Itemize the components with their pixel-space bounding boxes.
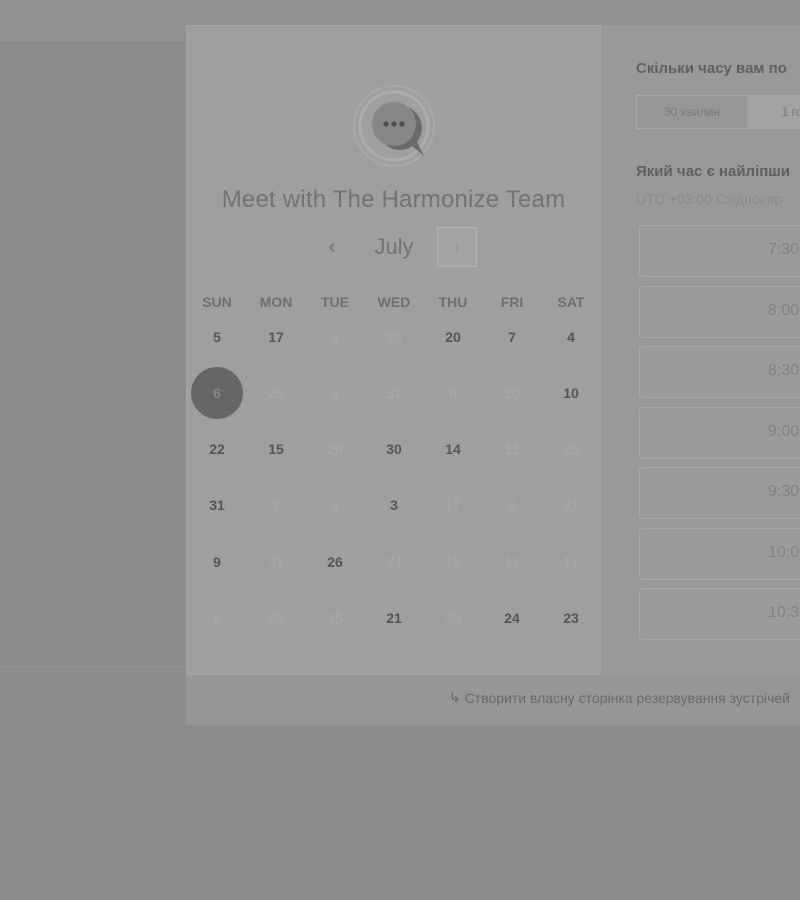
- calendar-day: 10: [386, 329, 402, 345]
- duration-option-30min[interactable]: 30 хвилин: [637, 96, 747, 128]
- duration-question: Скільки часу вам по: [636, 60, 787, 77]
- calendar-day[interactable]: 5: [191, 311, 243, 363]
- time-slot-button[interactable]: 9:30: [639, 467, 800, 519]
- booking-panel: Meet with The Harmonize Team ‹ July › SU…: [186, 25, 800, 725]
- weekday-wed: WED: [377, 294, 411, 310]
- previous-month-button[interactable]: ‹: [317, 232, 347, 262]
- calendar-day: 26: [268, 385, 284, 401]
- weekday-sat: SAT: [557, 294, 585, 310]
- time-slot-label: 8:30: [768, 362, 800, 379]
- calendar-day: 11: [504, 441, 520, 457]
- calendar-day: 17: [563, 554, 579, 570]
- time-slot-label: 7:30: [768, 241, 800, 258]
- calendar-day[interactable]: 4: [545, 311, 597, 363]
- organizer-logo: [352, 84, 436, 168]
- chevron-left-icon: ‹: [328, 235, 336, 258]
- calendar-day: 9: [331, 497, 339, 513]
- chevron-right-icon: ›: [454, 236, 460, 257]
- time-slot-button[interactable]: 9:00: [639, 406, 800, 459]
- calendar-day: 15: [327, 610, 343, 626]
- calendar-day: 20: [504, 385, 520, 401]
- time-slot-button[interactable]: 8:00: [639, 285, 800, 338]
- calendar-day[interactable]: 26: [309, 536, 361, 588]
- time-slot-label: 9:00: [768, 422, 800, 440]
- time-slot-label: 9:30: [768, 483, 800, 500]
- calendar-day[interactable]: 17: [250, 311, 302, 363]
- time-slot-button[interactable]: 10:30: [639, 588, 800, 640]
- calendar-day: 31: [563, 497, 579, 513]
- time-slot-button[interactable]: 10:00: [639, 527, 800, 580]
- calendar-day[interactable]: 7: [486, 311, 538, 363]
- duration-option-1h[interactable]: 1 го: [748, 96, 800, 128]
- calendar-day: 20: [563, 441, 579, 457]
- calendar-card: Meet with The Harmonize Team ‹ July › SU…: [186, 25, 601, 675]
- footer-bar: ↳ Створити власну сторінка резервування …: [186, 675, 800, 725]
- calendar-day[interactable]: 21: [368, 592, 420, 644]
- calendar-day: 31: [386, 385, 402, 401]
- calendar-day: 7: [272, 497, 280, 513]
- calendar-day[interactable]: 14: [427, 423, 479, 475]
- calendar-day: 20: [445, 610, 461, 626]
- calendar-day: 9: [331, 385, 339, 401]
- calendar-day: 31: [268, 554, 284, 570]
- time-slot-button[interactable]: 7:30: [639, 225, 800, 277]
- calendar-day: 17: [445, 497, 461, 513]
- weekday-sun: SUN: [202, 294, 232, 310]
- calendar-day: 26: [327, 441, 343, 457]
- timezone-label[interactable]: UTC +03:00 Східноєвр: [636, 191, 782, 207]
- weekday-mon: MON: [259, 294, 293, 310]
- time-slot-button[interactable]: 8:30: [639, 346, 800, 398]
- time-slot-label: 10:00: [768, 543, 800, 561]
- calendar-day[interactable]: 3: [368, 479, 420, 531]
- time-question: Який час є найліпши: [636, 163, 791, 180]
- calendar-day: 26: [268, 610, 284, 626]
- calendar-day-selected[interactable]: 6: [191, 367, 243, 419]
- create-booking-page-link[interactable]: ↳ Створити власну сторінка резервування …: [449, 689, 790, 706]
- time-slot-label: 8:00: [768, 301, 800, 319]
- calendar-day[interactable]: 23: [545, 592, 597, 644]
- duration-selector: 30 хвилин 1 го: [636, 95, 800, 129]
- weekday-tue: TUE: [321, 294, 349, 310]
- calendar-day[interactable]: 10: [545, 367, 597, 419]
- next-month-button[interactable]: ›: [437, 227, 477, 267]
- chat-bubble-dots-icon: [353, 85, 435, 167]
- calendar-day[interactable]: 15: [250, 423, 302, 475]
- calendar-day: 18: [445, 554, 461, 570]
- calendar-day[interactable]: 9: [191, 536, 243, 588]
- calendar-day: 8: [331, 329, 339, 345]
- calendar-day[interactable]: 30: [368, 423, 420, 475]
- create-booking-page-label: Створити власну сторінка резервування зу…: [464, 689, 790, 706]
- calendar-day: 6: [213, 610, 221, 626]
- arrow-icon: ↳: [448, 689, 461, 705]
- calendar-day: 8: [508, 497, 516, 513]
- calendar-day[interactable]: 24: [486, 592, 538, 644]
- time-slot-label: 10:30: [768, 604, 800, 621]
- options-panel: Скільки часу вам по 30 хвилин 1 го Який …: [601, 25, 800, 675]
- month-navigation: ‹ July ›: [187, 226, 600, 270]
- calendar-day[interactable]: 31: [191, 479, 243, 531]
- calendar-day[interactable]: 20: [427, 311, 479, 363]
- calendar-day: 24: [386, 554, 402, 570]
- calendar-day[interactable]: 22: [191, 423, 243, 475]
- weekday-fri: FRI: [500, 294, 524, 310]
- calendar-day: 11: [504, 554, 520, 570]
- month-label: July: [374, 234, 414, 259]
- calendar-day: 6: [449, 385, 457, 401]
- organizer-title: Meet with The Harmonize Team: [221, 186, 566, 213]
- weekday-thu: THU: [438, 294, 468, 310]
